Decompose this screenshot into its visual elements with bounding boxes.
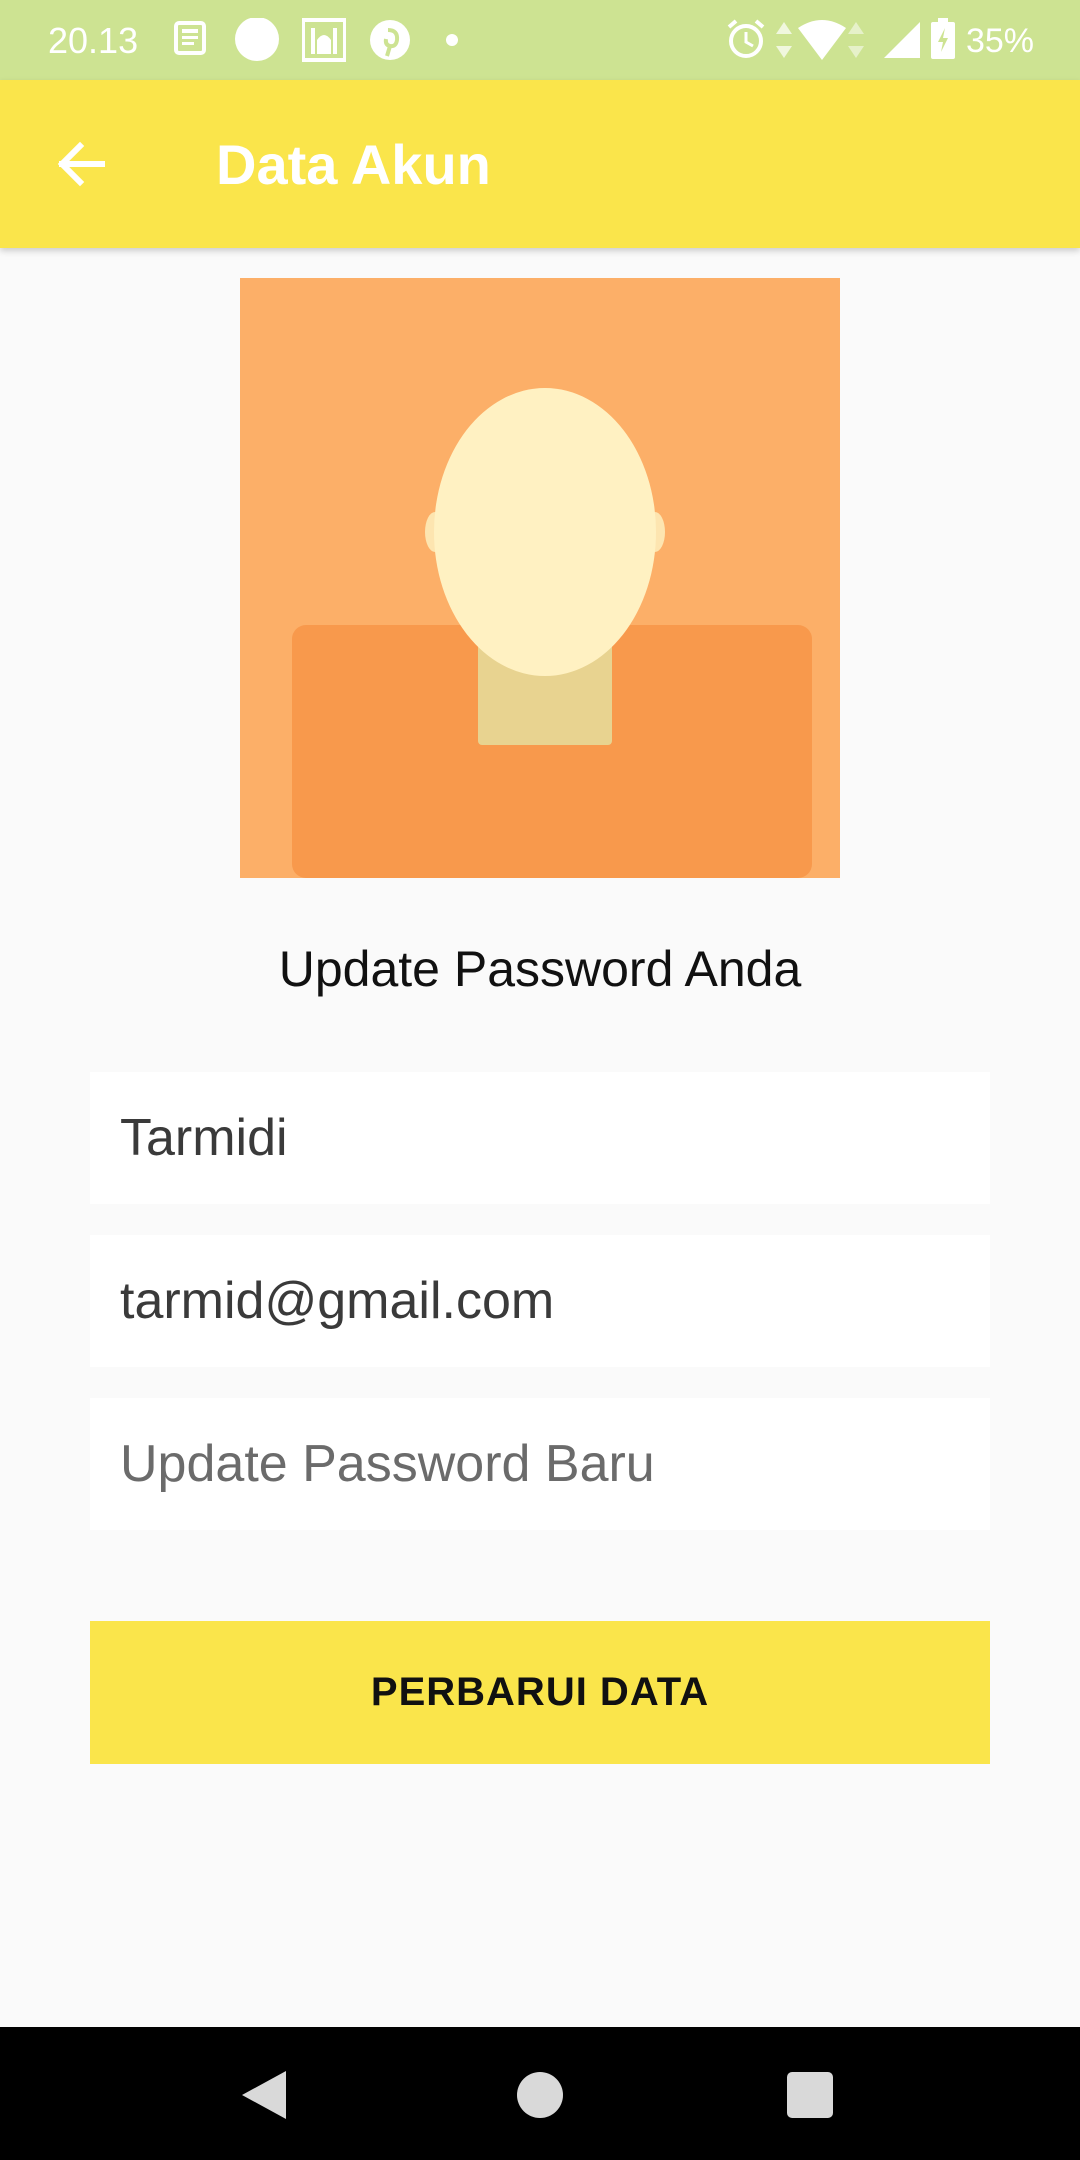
pinterest-icon [368,18,412,67]
nav-recents-button[interactable] [770,2055,850,2135]
alarm-icon [726,18,766,65]
nav-home-button[interactable] [500,2055,580,2135]
home-circle-icon [517,2072,563,2118]
wifi-icon [798,20,846,65]
default-person-avatar [240,278,840,878]
name-field[interactable] [90,1072,990,1204]
email-field[interactable] [90,1235,990,1367]
new-password-field[interactable] [90,1398,990,1530]
avatar[interactable] [240,278,840,878]
app-bar: Data Akun [0,80,1080,248]
status-time: 20.13 [48,20,139,61]
dot-icon [446,33,458,51]
recents-square-icon [787,2072,833,2118]
back-button[interactable] [44,132,124,196]
battery-percentage: 35% [965,22,1034,60]
circle-icon [234,17,280,69]
navigation-bar [0,2027,1080,2160]
arrow-back-icon [57,141,105,187]
update-data-button[interactable]: PERBARUI DATA [90,1621,990,1764]
data-arrows-icon [848,22,864,63]
page-title: Data Akun [216,133,491,196]
form-heading: Update Password Anda [278,941,802,997]
data-arrows-icon [776,22,792,63]
status-bar: 20.13 35% [0,0,1080,80]
news-icon [172,18,212,63]
signal-icon [884,22,920,63]
nav-back-button[interactable] [226,2055,306,2135]
back-triangle-icon [242,2071,286,2119]
mosque-icon [301,18,347,67]
battery-icon [930,18,956,65]
